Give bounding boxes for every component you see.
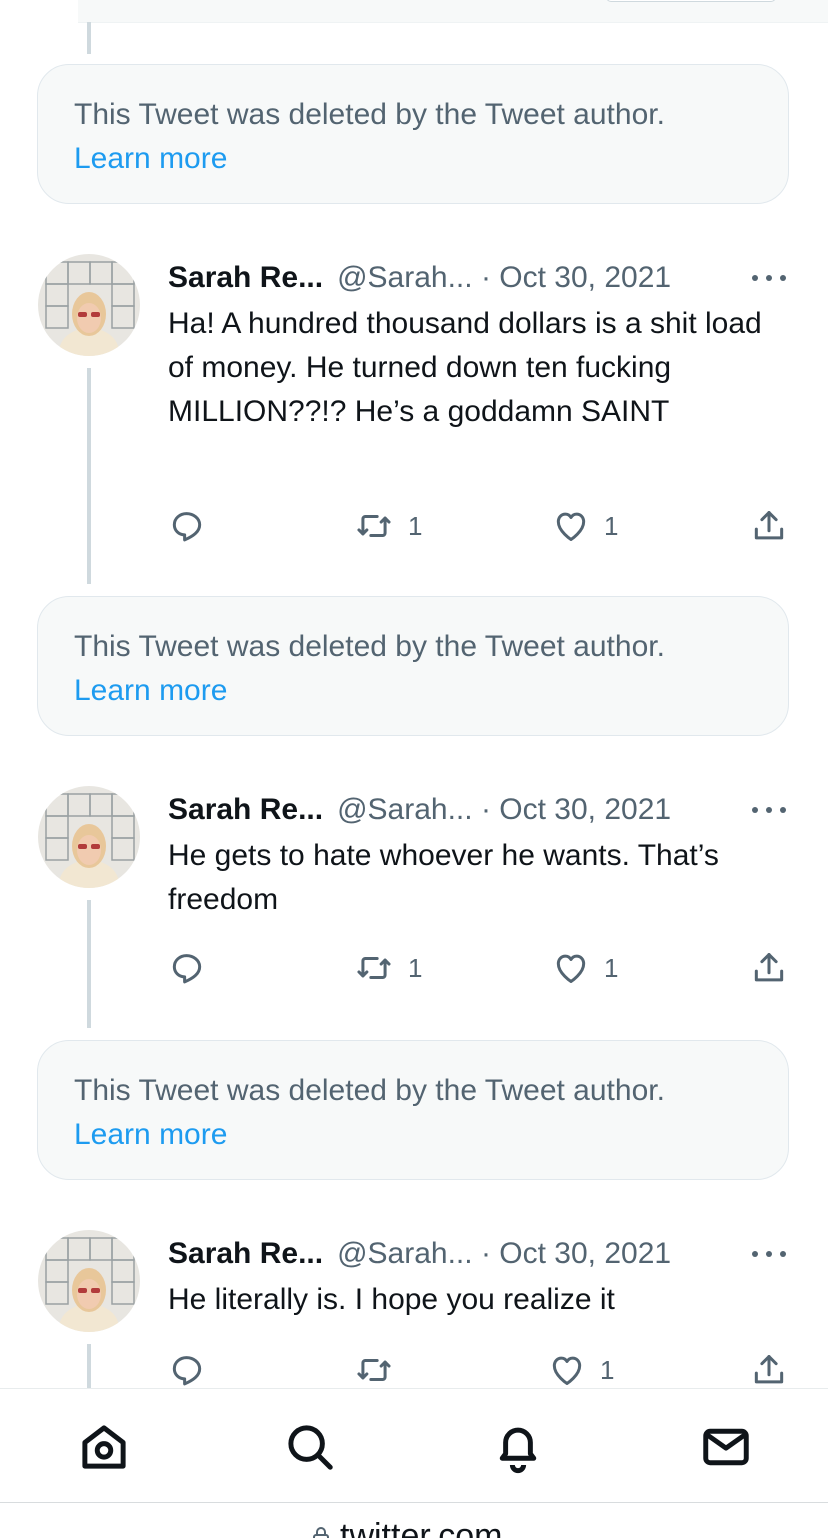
retweet-button[interactable]: 1: [354, 946, 422, 990]
deleted-tweet-text: This Tweet was deleted by the Tweet auth…: [74, 98, 665, 131]
heart-icon: [552, 1356, 582, 1385]
previous-tweet-remnant: [78, 0, 828, 23]
reply-button[interactable]: [168, 1348, 206, 1392]
heart-icon: [556, 512, 586, 541]
author-handle[interactable]: @Sarah...: [337, 793, 473, 826]
author-name[interactable]: Sarah Re...: [168, 1237, 323, 1270]
separator: ·: [480, 793, 491, 826]
reply-button[interactable]: [168, 946, 206, 990]
deleted-tweet-notice: This Tweet was deleted by the Tweet auth…: [37, 1040, 789, 1180]
author-handle[interactable]: @Sarah...: [337, 261, 473, 294]
page: This Tweet was deleted by the Tweet auth…: [0, 0, 828, 1538]
reply-button[interactable]: [168, 504, 206, 548]
tab-home[interactable]: [76, 1419, 132, 1475]
tweet-actions: 1 1: [0, 504, 828, 548]
tab-notifications[interactable]: [490, 1419, 546, 1475]
share-button[interactable]: [750, 504, 788, 548]
like-button[interactable]: 1: [552, 946, 618, 990]
deleted-tweet-text: This Tweet was deleted by the Tweet auth…: [74, 1074, 665, 1107]
share-icon: [754, 1355, 784, 1384]
url-text: twitter.com: [340, 1517, 503, 1538]
heart-icon: [556, 954, 586, 983]
learn-more-link[interactable]: Learn more: [74, 137, 752, 181]
like-button[interactable]: 1: [548, 1348, 614, 1392]
learn-more-link[interactable]: Learn more: [74, 1113, 752, 1157]
tab-messages[interactable]: [698, 1419, 754, 1475]
home-icon: [82, 1425, 126, 1469]
more-options-icon[interactable]: [752, 1232, 786, 1276]
deleted-tweet-text: This Tweet was deleted by the Tweet auth…: [74, 630, 665, 663]
reply-icon: [172, 1356, 202, 1386]
retweet-icon: [357, 1358, 391, 1382]
url-display[interactable]: twitter.com: [312, 1517, 502, 1538]
tweet-header: Sarah Re... @Sarah... · Oct 30, 2021: [168, 1232, 798, 1276]
like-button[interactable]: 1: [552, 504, 618, 548]
more-options-icon[interactable]: [752, 788, 786, 832]
more-options-icon[interactable]: [752, 256, 786, 300]
avatar[interactable]: [38, 1230, 140, 1332]
tweet[interactable]: Sarah Re... @Sarah... · Oct 30, 2021 Ha! …: [0, 254, 828, 554]
tweet-text: He literally is. I hope you realize it: [168, 1283, 615, 1316]
tweet-text: He gets to hate whoever he wants. That’s…: [168, 839, 719, 916]
learn-more-link[interactable]: Learn more: [74, 669, 752, 713]
deleted-tweet-notice: This Tweet was deleted by the Tweet auth…: [37, 64, 789, 204]
browser-url-bar[interactable]: twitter.com: [0, 1502, 828, 1538]
tweet-date[interactable]: Oct 30, 2021: [499, 1237, 671, 1270]
bottom-tab-bar: [0, 1388, 828, 1503]
retweet-button[interactable]: [354, 1348, 394, 1392]
separator: ·: [480, 1237, 491, 1270]
tweet[interactable]: Sarah Re... @Sarah... · Oct 30, 2021 He g…: [0, 786, 828, 1006]
retweet-button[interactable]: 1: [354, 504, 422, 548]
retweet-count: 1: [408, 510, 423, 541]
lock-icon: [313, 1526, 329, 1538]
retweet-icon: [357, 956, 391, 980]
tweet-header: Sarah Re... @Sarah... · Oct 30, 2021: [168, 256, 798, 300]
like-count: 1: [600, 1354, 615, 1385]
share-icon: [754, 511, 784, 540]
tweet-actions: 1 1: [0, 946, 828, 990]
search-icon: [288, 1425, 333, 1470]
previous-tweet-element: [606, 0, 776, 2]
share-button[interactable]: [750, 946, 788, 990]
tweet-date[interactable]: Oct 30, 2021: [499, 261, 671, 294]
retweet-icon: [357, 514, 391, 538]
reply-icon: [172, 954, 202, 984]
avatar[interactable]: [38, 786, 140, 888]
deleted-tweet-notice: This Tweet was deleted by the Tweet auth…: [37, 596, 789, 736]
tweet-header: Sarah Re... @Sarah... · Oct 30, 2021: [168, 788, 798, 832]
author-name[interactable]: Sarah Re...: [168, 793, 323, 826]
thread-line: [87, 22, 91, 54]
notifications-icon: [499, 1427, 537, 1474]
separator: ·: [480, 261, 491, 294]
reply-icon: [172, 512, 202, 542]
tab-explore[interactable]: [282, 1419, 338, 1475]
author-name[interactable]: Sarah Re...: [168, 261, 323, 294]
tweet-date[interactable]: Oct 30, 2021: [499, 793, 671, 826]
retweet-count: 1: [408, 952, 423, 983]
like-count: 1: [604, 510, 619, 541]
author-handle[interactable]: @Sarah...: [337, 1237, 473, 1270]
like-count: 1: [604, 952, 619, 983]
share-button[interactable]: [750, 1348, 788, 1392]
tweet[interactable]: Sarah Re... @Sarah... · Oct 30, 2021 He l…: [0, 1230, 828, 1388]
tweet-text: Ha! A hundred thousand dollars is a shit…: [168, 307, 762, 428]
avatar[interactable]: [38, 254, 140, 356]
messages-icon: [703, 1428, 749, 1466]
share-icon: [754, 953, 784, 982]
tweet-actions: 1: [0, 1348, 828, 1392]
